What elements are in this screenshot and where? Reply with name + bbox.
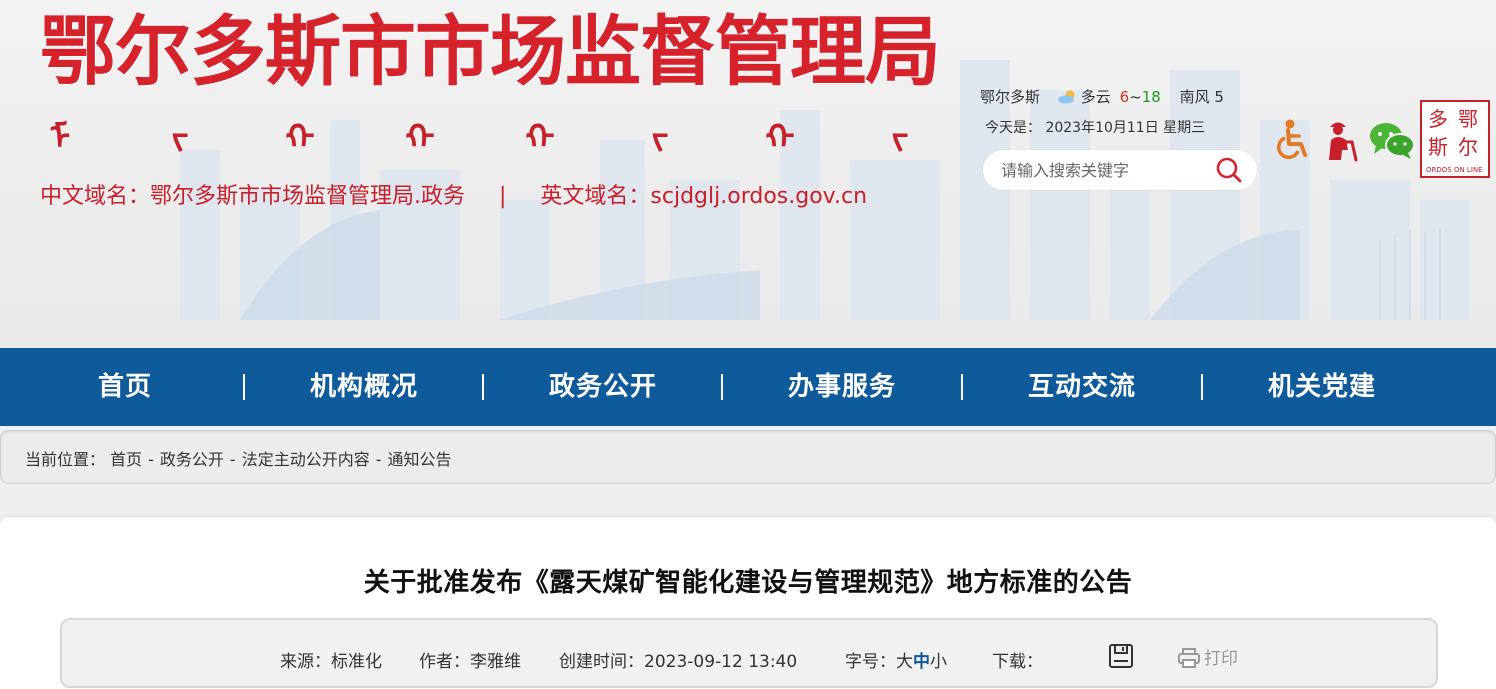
mongolian-glyph: ᠬ xyxy=(525,118,555,158)
domain-info: 中文域名：鄂尔多斯市市场监督管理局.政务 | 英文域名：scjdglj.ordos.… xyxy=(40,178,867,210)
mongolian-glyph: ᠮ xyxy=(49,118,71,158)
domain-separator: | xyxy=(499,184,507,209)
search-box xyxy=(983,150,1257,190)
breadcrumb-home[interactable]: 首页 xyxy=(110,450,142,469)
nav-item-party-building[interactable]: 机关党建 xyxy=(1202,348,1442,426)
print-button[interactable]: 打印 xyxy=(1178,644,1238,669)
meta-created-label: 创建时间： xyxy=(559,652,644,672)
weather-temp-sep: ~ xyxy=(1129,88,1142,106)
font-size-small[interactable]: 小 xyxy=(930,652,947,672)
mongolian-glyph: ᠬ xyxy=(405,118,435,158)
print-label: 打印 xyxy=(1204,649,1238,669)
nav-divider xyxy=(243,374,245,400)
logo-caption: ORDOS ON LINE xyxy=(1426,166,1483,174)
breadcrumb-separator: - xyxy=(148,450,154,469)
weather-temp-high: 18 xyxy=(1141,88,1161,106)
mongolian-glyph: ᠬ xyxy=(285,118,315,158)
logo-char: 多 xyxy=(1428,107,1448,131)
nav-divider xyxy=(721,374,723,400)
mongolian-glyph: ᠵ xyxy=(891,118,909,158)
weather-city: 鄂尔多斯 xyxy=(980,88,1041,106)
logo-char: 鄂 xyxy=(1458,107,1478,131)
breadcrumb-gov-affairs[interactable]: 政务公开 xyxy=(160,450,224,469)
meta-created-value: 2023-09-12 13:40 xyxy=(644,652,798,672)
mongolian-glyph: ᠵ xyxy=(171,118,189,158)
main-nav: 首页 机构概况 政务公开 办事服务 互动交流 机关党建 xyxy=(0,348,1496,426)
weather-wind-tail: 5 xyxy=(1214,88,1224,106)
search-input[interactable] xyxy=(1001,158,1201,182)
breadcrumb-label: 当前位置： xyxy=(25,450,106,469)
meta-source: 来源：标准化 xyxy=(280,647,382,672)
nav-divider xyxy=(1201,374,1203,400)
nav-divider xyxy=(961,374,963,400)
mongolian-glyph: ᠬ xyxy=(765,118,795,158)
meta-author-value: 李雅维 xyxy=(470,652,521,672)
accessibility-icon[interactable] xyxy=(1274,118,1312,162)
logo-char: 斯 xyxy=(1428,135,1448,159)
mongolian-glyph: ᠵ xyxy=(651,118,669,158)
ordos-logo-graphic: 多 鄂 斯 尔 ORDOS ON LINE xyxy=(1426,107,1483,174)
meta-source-label: 来源： xyxy=(280,652,331,672)
article-meta-bar: 来源：标准化 作者：李雅维 创建时间：2023-09-12 13:40 字号：大… xyxy=(60,618,1438,688)
meta-author-label: 作者： xyxy=(419,652,470,672)
weather-condition: 多云 xyxy=(1080,88,1111,106)
nav-item-services[interactable]: 办事服务 xyxy=(722,348,962,426)
nav-item-home[interactable]: 首页 xyxy=(5,348,245,426)
mongolian-title: ᠮ ᠵ ᠬ ᠬ ᠬ ᠵ ᠬ ᠵ xyxy=(40,108,940,168)
weather-temp-low: 6 xyxy=(1119,88,1130,106)
nav-item-interaction[interactable]: 互动交流 xyxy=(962,348,1202,426)
font-size-label: 字号： xyxy=(845,652,896,672)
article-title: 关于批准发布《露天煤矿智能化建设与管理规范》地方标准的公告 xyxy=(363,568,1133,598)
domain-en: 英文域名：scjdglj.ordos.gov.cn xyxy=(540,184,868,209)
weather-wind: 南风 xyxy=(1179,88,1210,106)
font-size-large[interactable]: 大 xyxy=(896,652,913,672)
printer-icon xyxy=(1178,648,1200,668)
meta-font-size: 字号：大中小 xyxy=(845,647,947,672)
meta-author: 作者：李雅维 xyxy=(419,647,521,672)
domain-cn: 中文域名：鄂尔多斯市市场监督管理局.政务 xyxy=(40,184,465,209)
breadcrumb-notices[interactable]: 通知公告 xyxy=(388,450,452,469)
nav-item-organization[interactable]: 机构概况 xyxy=(244,348,484,426)
wechat-icon[interactable] xyxy=(1368,118,1416,162)
font-size-medium[interactable]: 中 xyxy=(913,652,930,672)
elderly-mode-icon[interactable] xyxy=(1322,118,1362,162)
partly-cloudy-icon xyxy=(1057,90,1075,104)
search-icon[interactable] xyxy=(1215,156,1243,184)
header-banner: 鄂尔多斯市市场监督管理局 ᠮ ᠵ ᠬ ᠬ ᠬ ᠵ ᠬ ᠵ 中文域名：鄂尔多斯市市… xyxy=(0,0,1496,348)
site-title: 鄂尔多斯市市场监督管理局 xyxy=(40,7,941,96)
meta-source-value: 标准化 xyxy=(331,652,382,672)
nav-item-gov-affairs[interactable]: 政务公开 xyxy=(483,348,723,426)
weather-widget: 鄂尔多斯 多云 6~18 南风 5 xyxy=(980,86,1226,108)
article-panel: 关于批准发布《露天煤矿智能化建设与管理规范》地方标准的公告 来源：标准化 作者：… xyxy=(0,517,1496,689)
breadcrumb-separator: - xyxy=(229,450,236,469)
ordos-online-logo[interactable]: 多 鄂 斯 尔 ORDOS ON LINE xyxy=(1420,100,1490,178)
breadcrumb-separator: - xyxy=(375,450,382,469)
breadcrumb-bar: 当前位置： 首页 - 政务公开 - 法定主动公开内容 - 通知公告 xyxy=(0,430,1496,484)
meta-created: 创建时间：2023-09-12 13:40 xyxy=(559,647,797,672)
breadcrumb: 当前位置： 首页 - 政务公开 - 法定主动公开内容 - 通知公告 xyxy=(25,446,452,470)
today-date: 今天是： 2023年10月11日 星期三 xyxy=(985,120,1206,136)
logo-char: 尔 xyxy=(1458,135,1478,159)
nav-divider xyxy=(482,374,484,400)
meta-download-label: 下载： xyxy=(992,652,1043,672)
save-icon[interactable] xyxy=(1108,643,1134,669)
breadcrumb-statutory-disclosure[interactable]: 法定主动公开内容 xyxy=(242,450,370,469)
